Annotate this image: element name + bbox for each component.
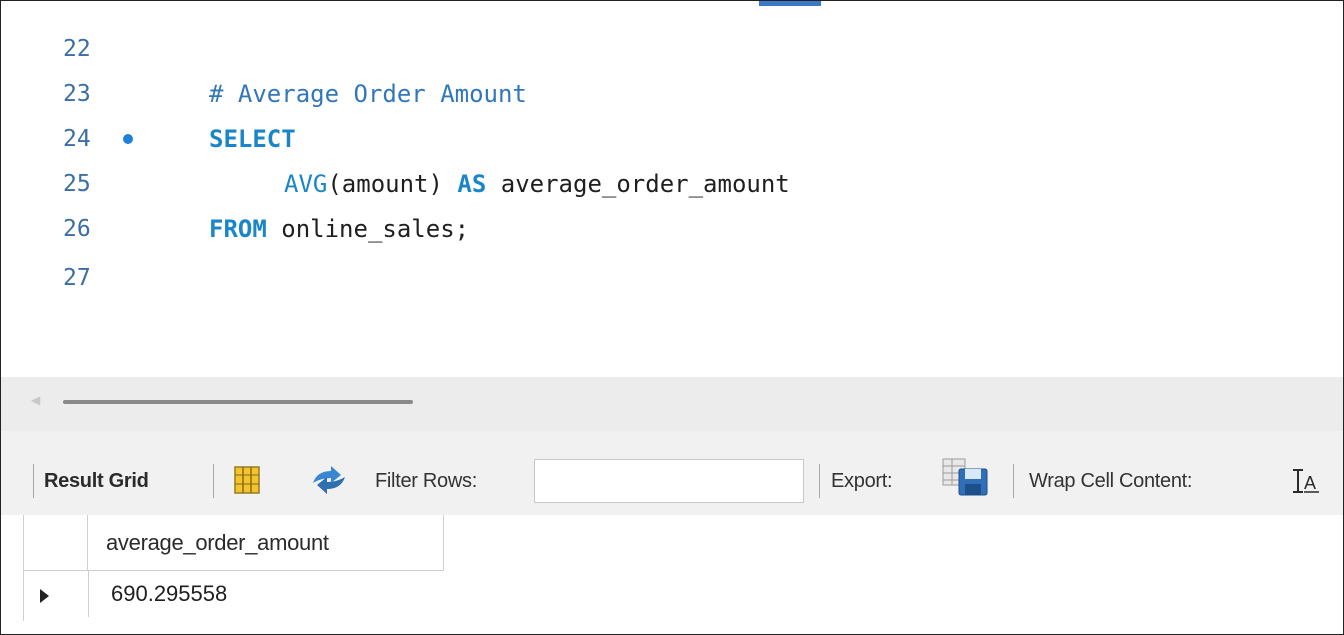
export-label: Export: [831,470,893,492]
refresh-icon[interactable] [307,465,351,495]
sql-keyword-select: SELECT [209,125,296,153]
wrap-cell-content-label: Wrap Cell Content: [1029,470,1193,492]
editor-horizontal-scrollbar[interactable]: ◀ [1,377,1343,431]
sql-keyword-from: FROM [209,215,267,243]
table-cell[interactable]: 690.295558 [88,571,444,617]
current-statement-marker-icon[interactable] [123,134,133,144]
line-number: 25 [63,171,91,197]
active-tab-indicator [759,1,821,6]
row-selector[interactable] [23,571,88,621]
line-number: 22 [63,36,91,62]
current-row-arrow-icon [40,589,49,603]
sql-comment: # Average Order Amount [209,80,527,108]
code-line: 23 # Average Order Amount [1,74,1343,114]
code-line: 25 AVG(amount) AS average_order_amount [1,164,1343,204]
sql-from-clause: FROM online_sales; [209,209,469,249]
sql-table: online_sales; [266,215,470,243]
toolbar-separator [819,464,820,498]
sql-args: (amount) [327,170,458,198]
toolbar-separator [1013,464,1014,498]
grid-layout-icon[interactable] [233,465,261,495]
filter-rows-input[interactable] [534,459,804,503]
line-number: 24 [63,126,91,152]
line-number: 26 [63,216,91,242]
scrollbar-thumb[interactable] [63,400,413,404]
sql-alias: average_order_amount [486,170,790,198]
result-grid: average_order_amount 690.295558 [1,515,1343,634]
sql-function: AVG [284,170,328,198]
sql-keyword-as: AS [457,170,487,198]
line-number: 27 [63,265,91,286]
toolbar-separator [213,464,214,498]
code-line: 26 FROM online_sales; [1,209,1343,249]
line-number: 23 [63,81,91,107]
svg-text:A: A [1304,473,1316,493]
wrap-text-icon[interactable]: A [1291,467,1321,495]
sql-expression: AVG(amount) AS average_order_amount [284,164,790,204]
export-icon[interactable] [941,457,991,497]
code-line: 22 [1,29,1343,69]
column-header[interactable]: average_order_amount [88,515,444,571]
toolbar-separator [33,464,34,498]
code-line: 27 [1,254,1343,286]
scroll-left-icon[interactable]: ◀ [31,393,40,407]
workbench-window: 22 23 # Average Order Amount 24 SELECT 2… [0,0,1344,635]
code-line: 24 SELECT [1,119,1343,159]
grid-corner-cell[interactable] [23,515,88,571]
result-grid-tab[interactable]: Result Grid [44,466,149,496]
filter-rows-label: Filter Rows: [375,470,477,492]
sql-editor[interactable]: 22 23 # Average Order Amount 24 SELECT 2… [1,29,1343,377]
result-toolbar: Result Grid Filter Rows: Export: Wrap Ce… [1,431,1343,515]
